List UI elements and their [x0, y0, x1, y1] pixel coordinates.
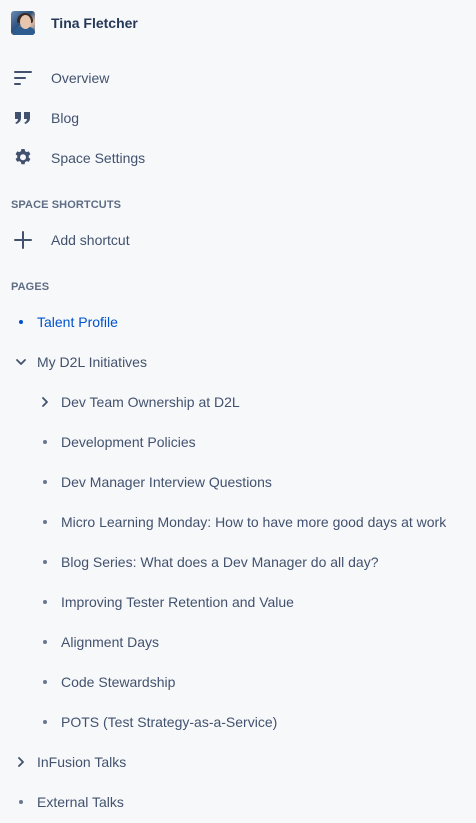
space-header[interactable]: Tina Fletcher [0, 0, 476, 46]
page-tree-item-my-d2l-initiatives[interactable]: My D2L Initiatives [0, 342, 476, 382]
bullet-icon [43, 520, 47, 524]
nav-space-settings[interactable]: Space Settings [0, 138, 476, 178]
nav-blog-label: Blog [51, 110, 80, 126]
bullet-icon [43, 720, 47, 724]
nav-overview[interactable]: Overview [0, 58, 476, 98]
chevron-down-icon[interactable] [13, 354, 29, 370]
page-tree-item-infusion-talks[interactable]: InFusion Talks [0, 742, 476, 782]
bullet-icon [43, 480, 47, 484]
page-label: Talent Profile [37, 314, 118, 330]
page-label: Dev Team Ownership at D2L [61, 394, 240, 410]
page-tree-item-external-talks[interactable]: External Talks [0, 782, 476, 822]
quote-icon [11, 106, 35, 130]
avatar-face [20, 15, 31, 29]
page-tree-item-improving-tester-retention[interactable]: Improving Tester Retention and Value [0, 582, 476, 622]
page-tree-item-alignment-days[interactable]: Alignment Days [0, 622, 476, 662]
chevron-right-icon[interactable] [37, 394, 53, 410]
gear-icon [11, 146, 35, 170]
page-tree-item-dev-team-ownership[interactable]: Dev Team Ownership at D2L [0, 382, 476, 422]
space-name[interactable]: Tina Fletcher [51, 14, 138, 32]
bullet-icon [43, 600, 47, 604]
page-tree-item-dev-manager-interview-questions[interactable]: Dev Manager Interview Questions [0, 462, 476, 502]
page-label: POTS (Test Strategy-as-a-Service) [61, 714, 278, 730]
bullet-icon [43, 640, 47, 644]
page-label: Code Stewardship [61, 674, 176, 690]
chevron-right-icon[interactable] [13, 754, 29, 770]
overview-lines-icon [11, 66, 35, 90]
nav-space-settings-label: Space Settings [51, 150, 146, 166]
space-avatar[interactable] [11, 11, 35, 35]
page-label: Dev Manager Interview Questions [61, 474, 272, 490]
plus-icon [11, 228, 35, 252]
page-label: Improving Tester Retention and Value [61, 594, 294, 610]
page-label: Alignment Days [61, 634, 160, 650]
bullet-icon [43, 560, 47, 564]
page-tree-item-pots[interactable]: POTS (Test Strategy-as-a-Service) [0, 702, 476, 742]
page-label: Development Policies [61, 434, 196, 450]
page-tree-item-development-policies[interactable]: Development Policies [0, 422, 476, 462]
page-label: Blog Series: What does a Dev Manager do … [61, 554, 379, 570]
add-shortcut-label: Add shortcut [51, 232, 130, 248]
bullet-icon [43, 680, 47, 684]
page-tree-item-micro-learning-monday[interactable]: Micro Learning Monday: How to have more … [0, 502, 476, 542]
page-tree-item-code-stewardship[interactable]: Code Stewardship [0, 662, 476, 702]
page-tree-item-talent-profile[interactable]: Talent Profile [0, 302, 476, 342]
page-label: External Talks [37, 794, 124, 810]
page-tree-item-blog-series[interactable]: Blog Series: What does a Dev Manager do … [0, 542, 476, 582]
space-shortcuts-heading: SPACE SHORTCUTS [11, 199, 122, 211]
page-label: My D2L Initiatives [37, 354, 147, 370]
bullet-icon [19, 320, 23, 324]
nav-blog[interactable]: Blog [0, 98, 476, 138]
bullet-icon [19, 800, 23, 804]
page-label: Micro Learning Monday: How to have more … [61, 514, 447, 530]
add-shortcut-button[interactable]: Add shortcut [0, 220, 476, 260]
pages-heading: PAGES [11, 281, 50, 293]
bullet-icon [43, 440, 47, 444]
space-sidebar: Tina Fletcher Overview Blog Space Settin… [0, 0, 476, 823]
nav-overview-label: Overview [51, 70, 110, 86]
page-label: InFusion Talks [37, 754, 127, 770]
